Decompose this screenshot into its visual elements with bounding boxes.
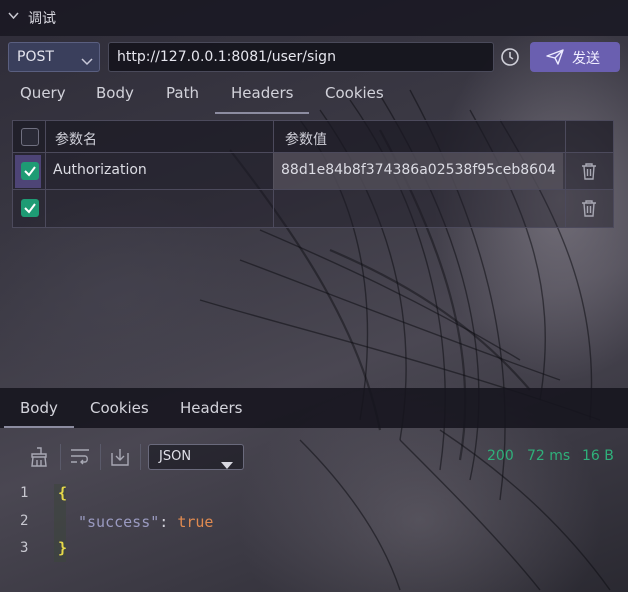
column-header-value: 参数值 [285, 132, 327, 148]
tab-response-body[interactable]: Body [4, 399, 74, 428]
json-key: "success" [78, 513, 160, 531]
response-code-view[interactable]: 1 2 3 { "success": true } [0, 480, 628, 592]
send-label: 发送 [572, 51, 600, 67]
json-value: true [177, 513, 214, 531]
tab-headers[interactable]: Headers [214, 84, 310, 114]
tab-cookies[interactable]: Cookies [325, 84, 384, 102]
tab-path[interactable]: Path [166, 84, 199, 102]
line-number: 3 [20, 540, 29, 556]
clear-broom-icon[interactable] [28, 447, 50, 471]
status-code: 200 [487, 448, 514, 464]
column-header-name: 参数名 [55, 132, 97, 148]
method-value: POST [17, 49, 54, 65]
headers-table: 参数名 参数值 Authorization 88d1e84b8f374386a0… [12, 120, 614, 228]
tab-query[interactable]: Query [20, 84, 66, 102]
json-close-brace: } [58, 539, 68, 557]
send-button[interactable]: 发送 [530, 42, 620, 72]
line-number: 2 [20, 513, 29, 529]
download-icon[interactable] [110, 447, 130, 471]
json-open-brace: { [58, 484, 68, 502]
table-row: Authorization 88d1e84b8f374386a02538f95c… [13, 153, 613, 190]
header-value-text: 88d1e84b8f374386a02538f95ceb8604 [281, 162, 556, 178]
response-time: 72 ms [527, 448, 571, 464]
request-tabs: Query Body Path Headers Cookies [0, 76, 628, 114]
table-header-row: 参数名 参数值 [13, 121, 613, 153]
tab-response-headers[interactable]: Headers [180, 399, 242, 417]
chevron-down-icon [81, 51, 93, 70]
row-checkbox[interactable] [21, 162, 39, 180]
url-input[interactable]: http://127.0.0.1:8081/user/sign [108, 42, 494, 72]
debug-panel-header[interactable]: 调试 [0, 0, 628, 36]
url-value: http://127.0.0.1:8081/user/sign [117, 49, 336, 65]
caret-down-icon [221, 454, 233, 473]
send-icon [546, 49, 564, 69]
tab-response-cookies[interactable]: Cookies [90, 399, 149, 417]
table-row [13, 190, 613, 227]
response-tabs: Body Cookies Headers [0, 388, 628, 428]
format-value: JSON [159, 449, 192, 464]
line-number: 1 [20, 485, 29, 501]
row-checkbox[interactable] [21, 199, 39, 217]
json-line: "success": true [78, 513, 213, 531]
tab-body[interactable]: Body [96, 84, 134, 102]
format-select[interactable]: JSON [148, 444, 244, 470]
trash-icon[interactable] [581, 199, 597, 221]
trash-icon[interactable] [581, 162, 597, 184]
response-size: 16 B [582, 448, 614, 464]
header-value-field[interactable]: 88d1e84b8f374386a02538f95ceb8604 [273, 153, 563, 189]
select-all-checkbox[interactable] [21, 128, 39, 146]
wrap-lines-icon[interactable] [70, 447, 90, 469]
json-colon: : [159, 513, 178, 531]
history-clock-icon[interactable] [500, 47, 520, 71]
panel-title: 调试 [28, 11, 56, 27]
header-name-field[interactable]: Authorization [53, 162, 147, 178]
response-toolbar: JSON 200 72 ms 16 B [0, 430, 628, 480]
method-select[interactable]: POST [8, 42, 100, 72]
chevron-down-icon[interactable] [8, 10, 19, 23]
